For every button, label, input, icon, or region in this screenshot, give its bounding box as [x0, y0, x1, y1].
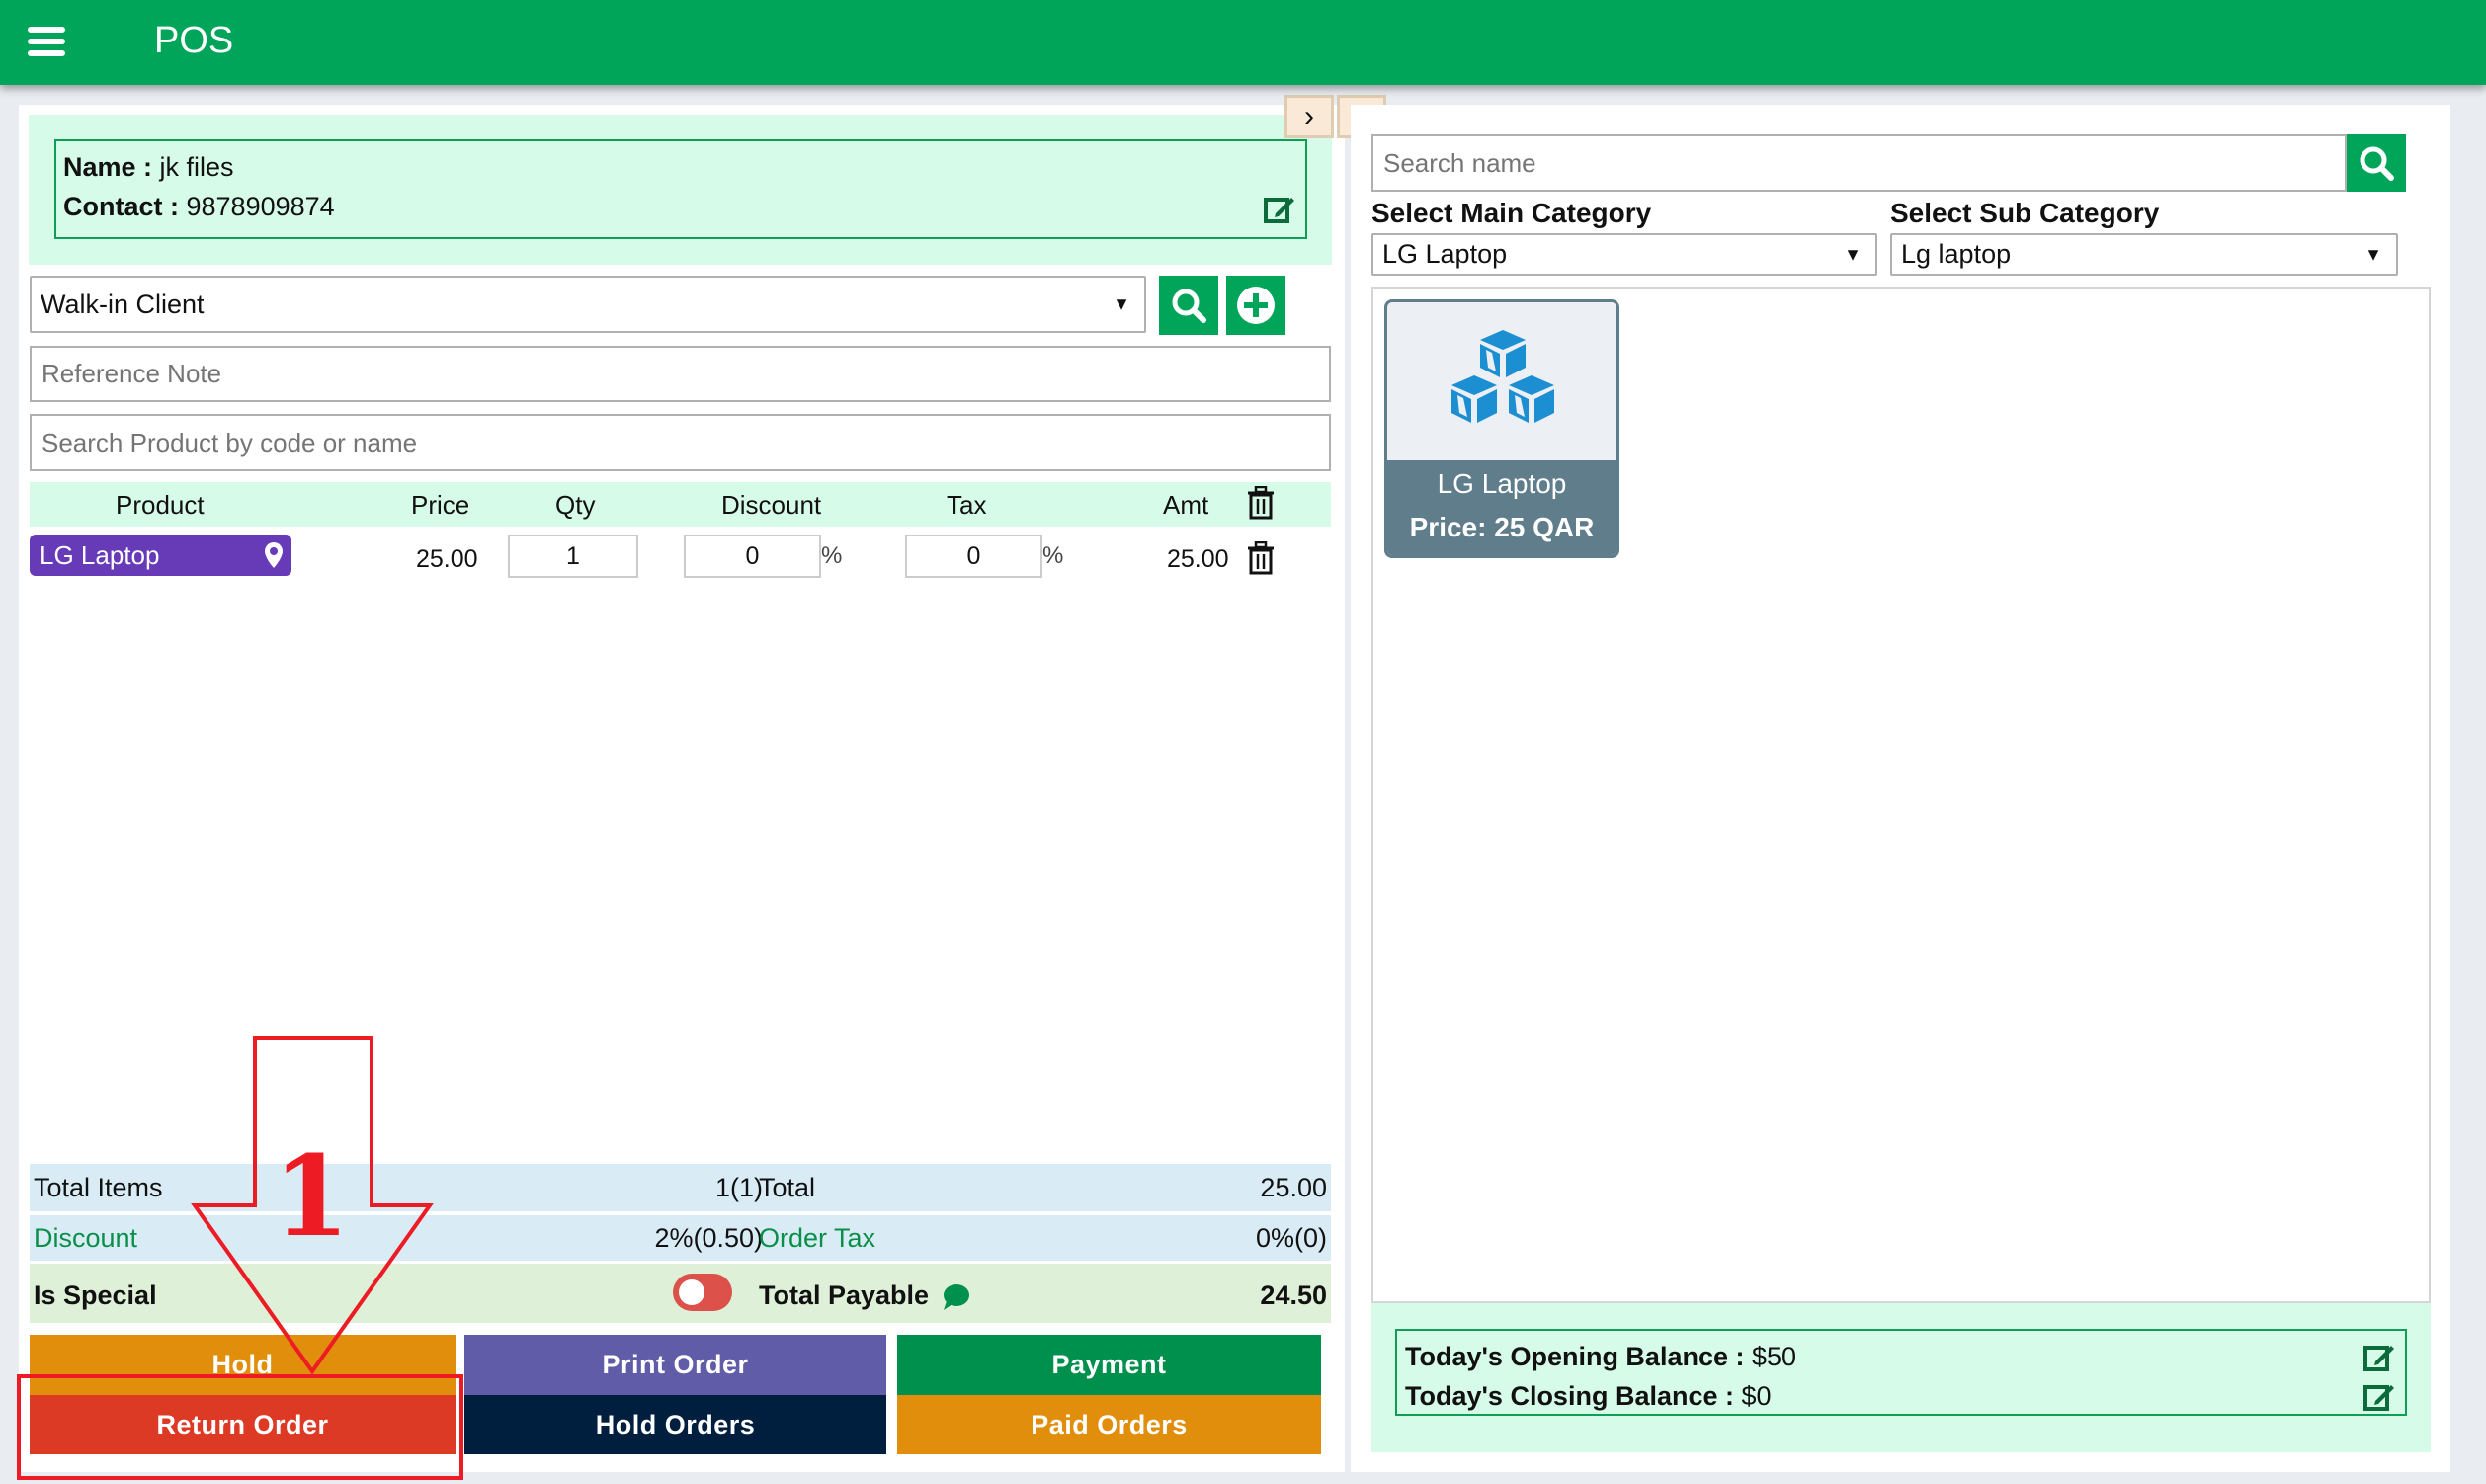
col-product: Product — [116, 490, 205, 520]
product-card[interactable]: LG Laptop Price: 25 QAR — [1384, 299, 1619, 558]
search-icon — [1172, 289, 1206, 323]
cart-row-product[interactable]: LG Laptop — [30, 535, 291, 576]
customer-name-value: jk files — [152, 152, 234, 182]
order-tax-value: 0%(0) — [1255, 1223, 1327, 1253]
reference-note-input[interactable] — [30, 346, 1331, 402]
edit-opening-balance-icon[interactable] — [2363, 1342, 2395, 1373]
opening-balance-label: Today's Opening Balance : — [1405, 1342, 1745, 1371]
cart-row-amt: 25.00 — [1167, 545, 1229, 573]
product-search-input[interactable] — [30, 414, 1331, 471]
paid-orders-button[interactable]: Paid Orders — [897, 1395, 1321, 1454]
cart-row-tax-input[interactable]: 0 — [905, 535, 1042, 578]
col-amt: Amt — [1163, 490, 1209, 520]
customer-contact-value: 9878909874 — [179, 192, 335, 221]
cubes-icon — [1445, 328, 1561, 436]
client-select[interactable]: Walk-in Client ▼ — [30, 276, 1146, 333]
total-value: 25.00 — [1260, 1173, 1327, 1202]
sub-category-select[interactable]: Lg laptop ▼ — [1890, 233, 2398, 276]
product-name-search-input[interactable] — [1371, 134, 2347, 192]
opening-balance-value: $50 — [1744, 1342, 1797, 1371]
cart-row-price: 25.00 — [416, 545, 478, 573]
col-tax: Tax — [947, 490, 987, 520]
payment-button[interactable]: Payment — [897, 1335, 1321, 1395]
totals-row-discount: Discount 2%(0.50) Order Tax 0%(0) — [30, 1215, 1331, 1261]
print-order-button[interactable]: Print Order — [464, 1335, 886, 1395]
customer-contact: Contact : 9878909874 — [63, 192, 335, 222]
total-items-label: Total Items — [34, 1173, 163, 1202]
map-marker-icon — [265, 542, 283, 568]
clear-cart-trash-icon[interactable] — [1247, 485, 1275, 527]
totals-row-items: Total Items 1(1) Total 25.00 — [30, 1164, 1331, 1211]
cart-row-qty-input[interactable]: 1 — [508, 535, 638, 578]
customer-name-label: Name : — [63, 152, 153, 182]
add-client-button[interactable] — [1226, 276, 1285, 335]
customer-info-box — [54, 139, 1307, 239]
chevron-down-icon: ▼ — [1113, 293, 1130, 314]
edit-closing-balance-icon[interactable] — [2363, 1381, 2395, 1413]
total-label: Total — [759, 1173, 816, 1202]
app-title: POS — [154, 20, 234, 61]
return-order-button[interactable]: Return Order — [30, 1395, 456, 1454]
discount-value: 2%(0.50) — [654, 1223, 763, 1253]
is-special-toggle[interactable] — [673, 1274, 732, 1311]
plus-circle-icon — [1237, 287, 1275, 324]
total-items-value: 1(1) — [714, 1173, 763, 1202]
main-category-value: LG Laptop — [1382, 239, 1508, 269]
discount-link[interactable]: Discount — [34, 1223, 137, 1254]
tax-percent-sign: % — [1042, 542, 1064, 569]
cart-row-product-name: LG Laptop — [40, 539, 160, 570]
client-select-value: Walk-in Client — [41, 289, 205, 319]
cart-table-header: Product Price Qty Discount Tax Amt — [30, 482, 1331, 527]
product-search-button[interactable] — [2347, 134, 2406, 192]
closing-balance-value: $0 — [1734, 1381, 1772, 1411]
total-payable-label: Total Payable — [759, 1280, 930, 1310]
closing-balance-label: Today's Closing Balance : — [1405, 1381, 1734, 1411]
edit-customer-icon[interactable] — [1264, 194, 1295, 225]
totals-row-payable: Is Special Total Payable 24.50 — [30, 1264, 1331, 1323]
main-category-select[interactable]: LG Laptop ▼ — [1371, 233, 1877, 276]
hold-button[interactable]: Hold — [30, 1335, 456, 1395]
is-special-label: Is Special — [34, 1280, 157, 1310]
product-card-info: LG Laptop Price: 25 QAR — [1387, 460, 1616, 555]
col-price: Price — [411, 490, 470, 520]
chevron-down-icon: ▼ — [2364, 244, 2382, 264]
search-icon — [2360, 146, 2394, 181]
order-tax-link[interactable]: Order Tax — [759, 1223, 875, 1254]
search-client-button[interactable] — [1159, 276, 1218, 335]
closing-balance: Today's Closing Balance : $0 — [1405, 1381, 1772, 1412]
comment-icon[interactable] — [941, 1283, 970, 1316]
sub-category-value: Lg laptop — [1901, 239, 2012, 269]
customer-contact-label: Contact : — [63, 192, 179, 221]
col-qty: Qty — [555, 490, 596, 520]
main-category-label: Select Main Category — [1371, 198, 1652, 228]
remove-item-trash-icon[interactable] — [1247, 540, 1275, 580]
discount-percent-sign: % — [821, 542, 843, 569]
col-discount: Discount — [721, 490, 822, 520]
chevron-down-icon: ▼ — [1844, 244, 1862, 264]
total-payable-value: 24.50 — [1260, 1280, 1327, 1310]
hamburger-menu-icon[interactable] — [28, 27, 65, 56]
product-card-price: Price: 25 QAR — [1409, 512, 1595, 542]
opening-balance: Today's Opening Balance : $50 — [1405, 1342, 1796, 1372]
hold-orders-button[interactable]: Hold Orders — [464, 1395, 886, 1454]
chevron-right-icon: › — [1304, 100, 1314, 132]
cart-row-discount-input[interactable]: 0 — [684, 535, 821, 578]
sub-category-label: Select Sub Category — [1890, 198, 2160, 228]
top-navbar: POS — [0, 0, 2486, 85]
customer-name: Name : jk files — [63, 152, 234, 183]
expand-panel-button[interactable]: › — [1284, 95, 1334, 138]
product-card-name: LG Laptop — [1437, 468, 1567, 499]
